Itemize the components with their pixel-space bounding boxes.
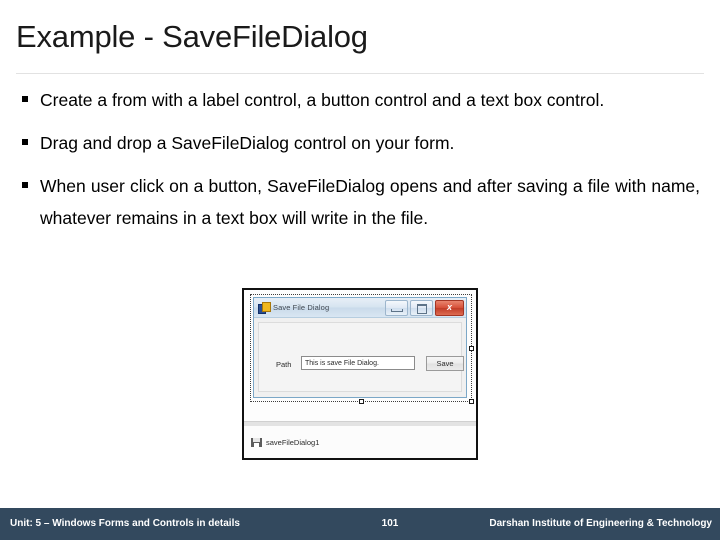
bullet-square-icon: [22, 84, 40, 116]
bullet-text-2: Drag and drop a SaveFileDialog control o…: [40, 133, 455, 153]
window-controls: x: [385, 300, 464, 316]
minimize-button[interactable]: [385, 300, 408, 316]
maximize-button[interactable]: [410, 300, 433, 316]
resize-handle-corner[interactable]: [469, 399, 474, 404]
bullet-square-icon: [22, 170, 40, 202]
bullet-list: Create a from with a label control, a bu…: [22, 84, 700, 245]
list-item: Create a from with a label control, a bu…: [22, 84, 700, 116]
close-button[interactable]: x: [435, 300, 464, 316]
winform-window: Save File Dialog x Path This is save Fil…: [253, 297, 467, 398]
tray-item-savefiledialog[interactable]: saveFileDialog1: [251, 437, 319, 448]
path-label: Path: [276, 360, 292, 369]
title-divider: [16, 73, 704, 74]
tray-item-label: saveFileDialog1: [266, 438, 320, 447]
winform-titlebar: Save File Dialog x: [254, 298, 466, 318]
resize-handle-right[interactable]: [469, 346, 474, 351]
path-textbox[interactable]: This is save File Dialog.: [301, 356, 415, 370]
page-title: Example - SaveFileDialog: [16, 19, 368, 54]
bullet-text-3: When user click on a button, SaveFileDia…: [40, 176, 700, 228]
list-item: Drag and drop a SaveFileDialog control o…: [22, 127, 700, 159]
bullet-square-icon: [22, 127, 40, 159]
winform-client-area: Path This is save File Dialog. Save: [254, 318, 466, 397]
close-icon: x: [446, 302, 452, 312]
footer-institute-text: Darshan Institute of Engineering & Techn…: [489, 518, 712, 529]
component-tray: saveFileDialog1: [244, 426, 476, 458]
designer-screenshot-image: Save File Dialog x Path This is save Fil…: [242, 288, 478, 460]
savefiledialog-component-icon: [251, 437, 262, 448]
winforms-app-icon: [258, 302, 271, 314]
list-item: When user click on a button, SaveFileDia…: [22, 170, 700, 234]
slide-footer: Unit: 5 – Windows Forms and Controls in …: [0, 508, 720, 540]
minimize-icon: [391, 309, 403, 312]
bullet-text-1: Create a from with a label control, a bu…: [40, 90, 605, 110]
resize-handle-bottom[interactable]: [359, 399, 364, 404]
save-button[interactable]: Save: [426, 356, 464, 371]
winform-title-text: Save File Dialog: [273, 303, 330, 312]
maximize-icon: [417, 304, 427, 314]
